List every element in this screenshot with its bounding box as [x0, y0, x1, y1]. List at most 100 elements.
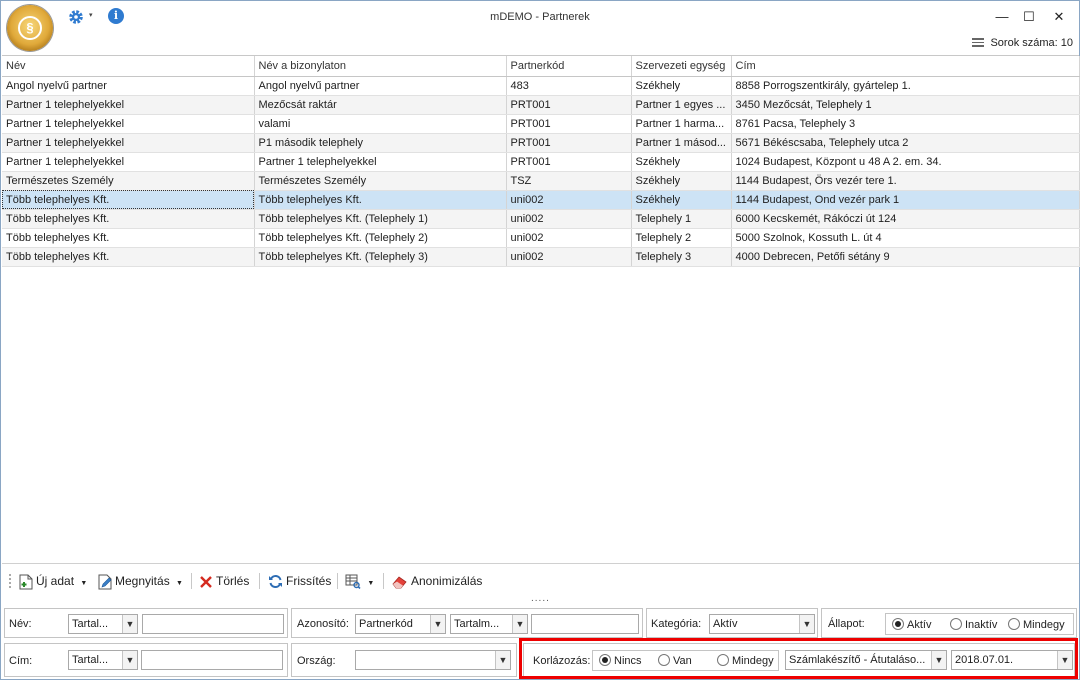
cell-address[interactable]: 8761 Pacsa, Telephely 3 [731, 114, 1080, 134]
cell-invoice-name[interactable]: Természetes Személy [254, 171, 507, 191]
maximize-button[interactable]: ☐ [1018, 7, 1040, 27]
cell-org-unit[interactable]: Telephely 3 [631, 247, 732, 267]
cell-name[interactable]: Több telephelyes Kft. [2, 228, 255, 248]
cell-address[interactable]: 8858 Porrogszentkirály, gyártelep 1. [731, 76, 1080, 96]
cell-address[interactable]: 4000 Debrecen, Petőfi sétány 9 [731, 247, 1080, 267]
column-header-address[interactable]: Cím [731, 56, 1080, 77]
cell-invoice-name[interactable]: Mezőcsát raktár [254, 95, 507, 115]
close-button[interactable]: ✕ [1048, 7, 1070, 27]
cell-invoice-name[interactable]: Több telephelyes Kft. [254, 190, 507, 210]
table-row[interactable]: Partner 1 telephelyekkel Mezőcsát raktár P… [2, 95, 1080, 115]
minimize-button[interactable]: — [991, 7, 1013, 27]
table-row[interactable]: Természetes Személy Természetes Személy TS… [2, 171, 1080, 191]
status-radio-active[interactable]: Aktív [892, 618, 931, 631]
table-row[interactable]: Partner 1 telephelyekkel P1 második telep… [2, 133, 1080, 153]
chevron-down-icon[interactable]: ▼ [512, 615, 527, 633]
cell-org-unit[interactable]: Partner 1 harma... [631, 114, 732, 134]
cell-address[interactable]: 5000 Szolnok, Kossuth L. út 4 [731, 228, 1080, 248]
cell-partner-code[interactable]: PRT001 [506, 114, 632, 134]
table-row[interactable]: Angol nyelvű partner Angol nyelvű partner… [2, 76, 1080, 96]
chevron-down-icon[interactable]: ▼ [799, 615, 814, 633]
grid-settings-dropdown-icon[interactable]: ▼ [367, 580, 374, 587]
table-row[interactable]: Partner 1 telephelyekkel valami PRT001 Part… [2, 114, 1080, 134]
new-button[interactable]: Új adat ▼ [19, 571, 87, 591]
edit-document-icon [98, 574, 112, 590]
status-radio-any[interactable]: Mindegy [1008, 618, 1065, 631]
category-combo[interactable]: Aktív ▼ [709, 614, 815, 634]
cell-address[interactable]: 6000 Kecskemét, Rákóczi út 124 [731, 209, 1080, 229]
cell-org-unit[interactable]: Telephely 1 [631, 209, 732, 229]
cell-invoice-name[interactable]: P1 második telephely [254, 133, 507, 153]
address-filter-input[interactable] [141, 650, 283, 670]
open-button[interactable]: Megnyitás ▼ [98, 571, 183, 591]
cell-partner-code[interactable]: 483 [506, 76, 632, 96]
name-filter-mode-combo[interactable]: Tartal... ▼ [68, 614, 138, 634]
cell-name[interactable]: Partner 1 telephelyekkel [2, 133, 255, 153]
cell-org-unit[interactable]: Székhely [631, 76, 732, 96]
cell-partner-code[interactable]: uni002 [506, 190, 632, 210]
id-field-combo[interactable]: Partnerkód ▼ [355, 614, 446, 634]
anonymize-button[interactable]: Anonimizálás [392, 571, 482, 591]
cell-name[interactable]: Angol nyelvű partner [2, 76, 255, 96]
cell-name[interactable]: Több telephelyes Kft. [2, 209, 255, 229]
cell-invoice-name[interactable]: Több telephelyes Kft. (Telephely 2) [254, 228, 507, 248]
cell-name[interactable]: Partner 1 telephelyekkel [2, 152, 255, 172]
cell-org-unit[interactable]: Partner 1 másod... [631, 133, 732, 153]
table-row[interactable]: Partner 1 telephelyekkel Partner 1 teleph… [2, 152, 1080, 172]
table-row[interactable]: Több telephelyes Kft. Több telephelyes Kf… [2, 209, 1080, 229]
cell-partner-code[interactable]: PRT001 [506, 95, 632, 115]
cell-org-unit[interactable]: Székhely [631, 171, 732, 191]
toolbar-grip[interactable] [9, 574, 11, 588]
cell-invoice-name[interactable]: valami [254, 114, 507, 134]
cell-address[interactable]: 1144 Budapest, Örs vezér tere 1. [731, 171, 1080, 191]
cell-org-unit[interactable]: Székhely [631, 190, 732, 210]
cell-address[interactable]: 3450 Mezőcsát, Telephely 1 [731, 95, 1080, 115]
chevron-down-icon[interactable]: ▼ [122, 651, 137, 669]
cell-invoice-name[interactable]: Több telephelyes Kft. (Telephely 1) [254, 209, 507, 229]
cell-partner-code[interactable]: PRT001 [506, 133, 632, 153]
grid-settings-button[interactable]: ▼ [345, 571, 374, 591]
column-header-org-unit[interactable]: Szervezeti egység [631, 56, 732, 77]
cell-partner-code[interactable]: TSZ [506, 171, 632, 191]
cell-name[interactable]: Több telephelyes Kft. [2, 190, 255, 210]
open-dropdown-icon[interactable]: ▼ [176, 580, 183, 587]
cell-invoice-name[interactable]: Partner 1 telephelyekkel [254, 152, 507, 172]
cell-invoice-name[interactable]: Több telephelyes Kft. (Telephely 3) [254, 247, 507, 267]
delete-button[interactable]: Törlés [199, 571, 249, 591]
cell-address[interactable]: 1024 Budapest, Központ u 48 A 2. em. 34. [731, 152, 1080, 172]
table-row[interactable]: Több telephelyes Kft. Több telephelyes Kf… [2, 228, 1080, 248]
chevron-down-icon[interactable]: ▼ [495, 651, 510, 669]
chevron-down-icon[interactable]: ▼ [430, 615, 445, 633]
category-filter-group: Kategória: Aktív ▼ [646, 608, 818, 638]
status-radio-inactive[interactable]: Inaktív [950, 618, 997, 631]
refresh-button[interactable]: Frissítés [268, 571, 331, 591]
cell-org-unit[interactable]: Telephely 2 [631, 228, 732, 248]
name-filter-input[interactable] [142, 614, 284, 634]
cell-org-unit[interactable]: Székhely [631, 152, 732, 172]
column-header-partner-code[interactable]: Partnerkód [506, 56, 632, 77]
cell-name[interactable]: Természetes Személy [2, 171, 255, 191]
cell-invoice-name[interactable]: Angol nyelvű partner [254, 76, 507, 96]
cell-partner-code[interactable]: uni002 [506, 228, 632, 248]
cell-address[interactable]: 5671 Békéscsaba, Telephely utca 2 [731, 133, 1080, 153]
partner-grid[interactable]: Név Név a bizonylaton Partnerkód Szervez… [2, 55, 1080, 563]
id-filter-mode-combo[interactable]: Tartalm... ▼ [450, 614, 528, 634]
country-combo[interactable]: ▼ [355, 650, 511, 670]
cell-partner-code[interactable]: PRT001 [506, 152, 632, 172]
cell-name[interactable]: Partner 1 telephelyekkel [2, 95, 255, 115]
table-row[interactable]: Több telephelyes Kft. Több telephelyes Kf… [2, 190, 1080, 210]
chevron-down-icon[interactable]: ▼ [122, 615, 137, 633]
cell-partner-code[interactable]: uni002 [506, 247, 632, 267]
new-dropdown-icon[interactable]: ▼ [80, 580, 87, 587]
address-filter-mode-combo[interactable]: Tartal... ▼ [68, 650, 138, 670]
column-header-name[interactable]: Név [2, 56, 255, 77]
table-row[interactable]: Több telephelyes Kft. Több telephelyes Kf… [2, 247, 1080, 267]
cell-name[interactable]: Partner 1 telephelyekkel [2, 114, 255, 134]
column-header-invoice-name[interactable]: Név a bizonylaton [254, 56, 507, 77]
splitter-handle[interactable]: ..... [531, 593, 550, 604]
cell-partner-code[interactable]: uni002 [506, 209, 632, 229]
cell-org-unit[interactable]: Partner 1 egyes ... [631, 95, 732, 115]
cell-address[interactable]: 1144 Budapest, Ond vezér park 1 [731, 190, 1080, 210]
id-filter-input[interactable] [531, 614, 639, 634]
cell-name[interactable]: Több telephelyes Kft. [2, 247, 255, 267]
